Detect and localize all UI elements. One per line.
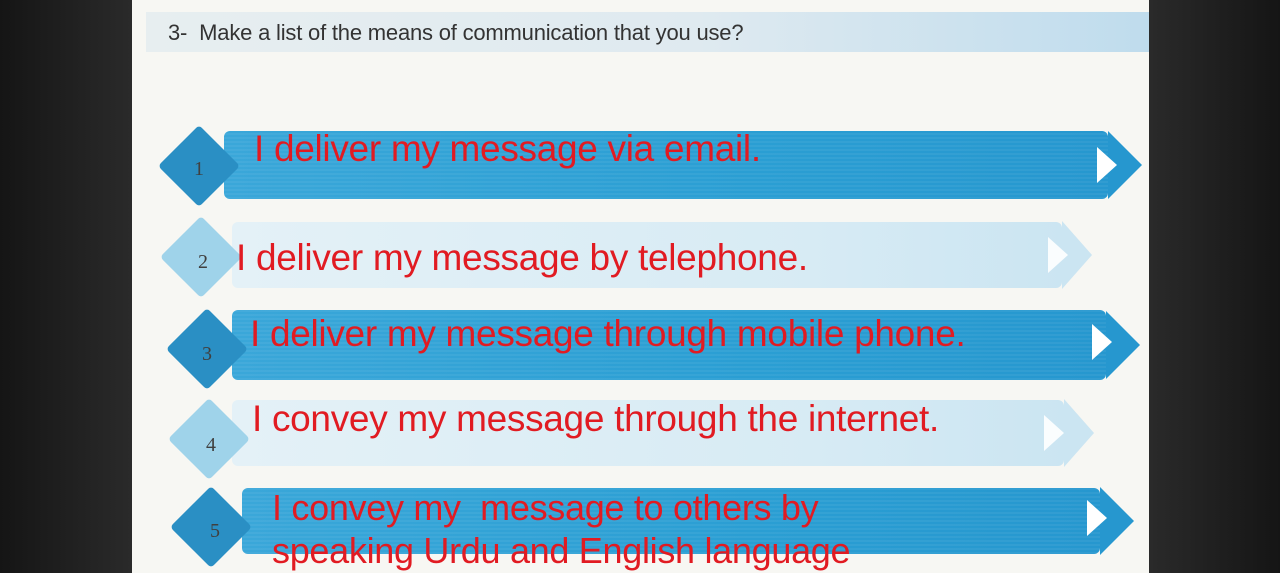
item-text: I deliver my message through mobile phon… (250, 313, 966, 354)
item-number: 5 (210, 520, 220, 542)
play-arrow-icon (1044, 415, 1064, 451)
item-text-line-1: I convey my message to others by (272, 487, 819, 528)
item-number: 2 (198, 251, 208, 273)
worksheet-page: 3- Make a list of the means of communicat… (132, 0, 1149, 573)
left-border (0, 0, 132, 573)
item-text: I deliver my message via email. (254, 128, 761, 169)
item-number: 3 (202, 343, 212, 365)
play-arrow-icon (1087, 500, 1107, 536)
item-number: 4 (206, 434, 216, 456)
right-border (1149, 0, 1280, 573)
item-text: I convey my message through the internet… (252, 398, 939, 439)
item-band-tip (1064, 399, 1094, 467)
question-number: 3- (168, 20, 188, 45)
item-text-line-2: speaking Urdu and English language (272, 530, 851, 571)
play-arrow-icon (1092, 324, 1112, 360)
item-text: I convey my message to others by speakin… (272, 486, 851, 572)
question-label: Make a list of the means of communicatio… (199, 20, 744, 45)
item-number: 1 (194, 158, 204, 180)
item-text: I deliver my message by telephone. (236, 237, 808, 278)
question-text: 3- Make a list of the means of communicat… (168, 20, 744, 46)
play-arrow-icon (1097, 147, 1117, 183)
play-arrow-icon (1048, 237, 1068, 273)
